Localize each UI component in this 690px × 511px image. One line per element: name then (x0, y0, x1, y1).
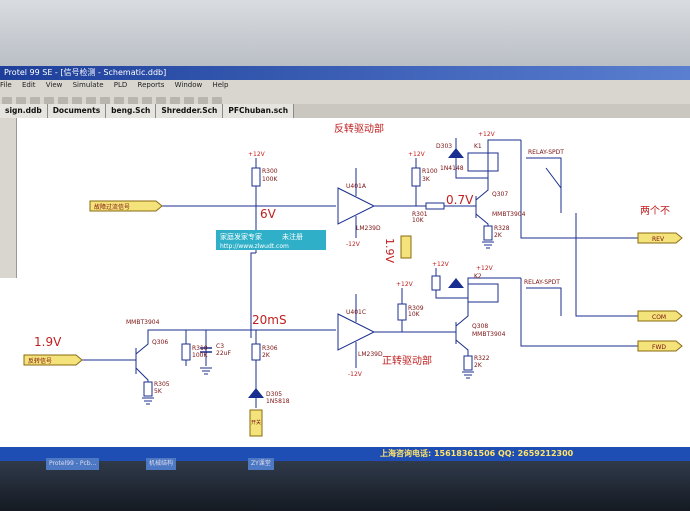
designator-r328: R328 (494, 225, 510, 232)
value-d303: 1N4148 (440, 165, 464, 172)
menu-view[interactable]: View (46, 81, 63, 89)
voltage-0-7v: 0.7V (446, 193, 474, 207)
value-r305: 5K (154, 388, 163, 395)
menu-pld[interactable]: PLD (114, 81, 128, 89)
schematic-canvas[interactable]: 反转驱动部 正转驱动部 6V 0.7V 20mS 1.9V 1.9V 两个不 家… (16, 118, 690, 447)
taskbar-item[interactable]: 机械结构 (146, 458, 177, 470)
ic-top-part: LM239D (356, 225, 381, 232)
watermark-text-b: 未注册 (282, 232, 303, 241)
port-in-top-label: 故障过流信号 (94, 203, 130, 211)
net-label-box (400, 235, 412, 259)
relay1-type: RELAY-SPDT (528, 149, 564, 156)
supply-label: +12V (478, 131, 496, 138)
designator-r305: R305 (154, 381, 170, 388)
port-in-bottom-label: 反转信号 (28, 357, 52, 365)
designator-r300: R300 (262, 168, 278, 175)
monitor-bezel (0, 0, 690, 68)
tab-beng[interactable]: beng.Sch (106, 104, 157, 118)
watermark-text-a: 家庭发家专家 (220, 232, 262, 241)
window-title: Protel 99 SE - [信号检测 - Schematic.ddb] (0, 66, 690, 80)
tab-sign[interactable]: sign.ddb (0, 104, 48, 118)
supply-label: +12V (476, 265, 494, 272)
transistor-bottom-type: MMBT3904 (472, 331, 506, 338)
right-note: 两个不 (640, 205, 670, 217)
section-top-label: 反转驱动部 (334, 122, 384, 135)
side-panel[interactable] (0, 118, 17, 278)
value-r328: 2K (494, 232, 503, 239)
time-20ms: 20mS (252, 313, 287, 327)
value-r310: 100K (192, 352, 208, 359)
supply-label: -12V (348, 371, 363, 378)
menu-reports[interactable]: Reports (138, 81, 165, 89)
document-tabs: sign.ddb Documents beng.Sch Shredder.Sch PFC… (0, 104, 690, 118)
value-r300: 100K (262, 176, 278, 183)
application-window: Protel 99 SE - [信号检测 - Schematic.ddb] Fi… (0, 66, 690, 461)
menu-edit[interactable]: Edit (22, 81, 36, 89)
status-bar: 上海咨询电话: 15618361506 QQ: 2659212300 (0, 447, 690, 461)
menu-window[interactable]: Window (175, 81, 203, 89)
toolbar (0, 91, 690, 106)
designator-r306: R306 (262, 345, 278, 352)
designator-r310: R310 (192, 345, 208, 352)
designator-r322: R322 (474, 355, 490, 362)
value-d305: 1N5818 (266, 398, 290, 405)
menu-bar: File Edit View Simulate PLD Reports Wind… (0, 80, 690, 91)
designator-q308: Q308 (472, 323, 488, 330)
taskbar-item[interactable]: ZY课堂 (248, 458, 274, 470)
taskbar: Protel99 - Pcb... 机械结构 ZY课堂 (0, 458, 690, 511)
port-fwd-label: FWD (652, 344, 666, 351)
voltage-1-9v-input: 1.9V (34, 335, 62, 349)
designator-c3: C3 (216, 343, 224, 350)
tab-documents[interactable]: Documents (47, 104, 107, 118)
value-r309: 10K (408, 311, 421, 318)
supply-label: +12V (408, 151, 426, 158)
voltage-6v: 6V (260, 207, 277, 221)
designator-u401c: U401C (346, 309, 366, 316)
watermark-url: http://www.zlwudt.com (220, 243, 289, 250)
value-r322: 2K (474, 362, 483, 369)
tab-pfchuban[interactable]: PFChuban.sch (223, 104, 295, 118)
supply-label: +12V (432, 261, 450, 268)
designator-d305: D305 (266, 391, 282, 398)
voltage-1-9v-vertical: 1.9V (383, 238, 396, 263)
transistor-q306-type: MMBT3904 (126, 319, 160, 326)
value-r306: 2K (262, 352, 271, 359)
port-rev-label: REV (652, 236, 665, 243)
value-r100: 3K (422, 176, 431, 183)
menu-simulate[interactable]: Simulate (73, 81, 104, 89)
designator-d303: D303 (436, 143, 452, 150)
port-com-label: COM (652, 314, 666, 321)
designator-q306: Q306 (152, 339, 168, 346)
supply-label: -12V (346, 241, 361, 248)
taskbar-item[interactable]: Protel99 - Pcb... (46, 458, 100, 470)
designator-k1: K1 (474, 143, 482, 150)
supply-label: +12V (396, 281, 414, 288)
designator-r100: R100 (422, 168, 438, 175)
designator-k2: K2 (474, 273, 482, 280)
section-bottom-label: 正转驱动部 (382, 354, 432, 367)
tab-shredder[interactable]: Shredder.Sch (156, 104, 224, 118)
value-c3: 22uF (216, 350, 231, 357)
port-diode-out-label: 开关 (251, 419, 261, 426)
menu-file[interactable]: File (0, 81, 12, 89)
relay2-type: RELAY-SPDT (524, 279, 560, 286)
designator-q307-top: Q307 (492, 191, 508, 198)
status-text: 上海咨询电话: 15618361506 QQ: 2659212300 (380, 449, 574, 458)
menu-help[interactable]: Help (212, 81, 228, 89)
designator-u401a: U401A (346, 183, 367, 190)
supply-label: +12V (248, 151, 266, 158)
transistor-top-type: MMBT3904 (492, 211, 526, 218)
value-r301: 10K (412, 217, 425, 224)
ic-bottom-part: LM239D (358, 351, 383, 358)
